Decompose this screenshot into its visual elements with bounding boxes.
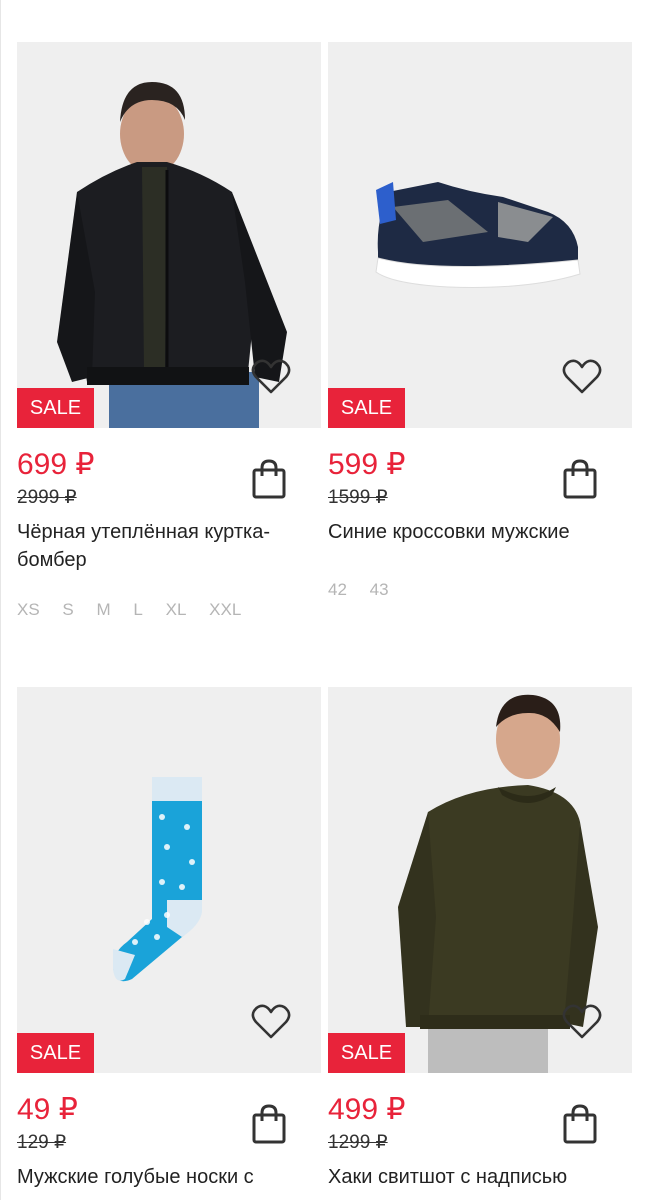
sale-badge: SALE bbox=[328, 388, 405, 428]
heart-icon[interactable] bbox=[251, 358, 291, 396]
product-image[interactable]: SALE bbox=[328, 687, 632, 1073]
size-option[interactable]: L bbox=[133, 600, 142, 619]
size-option[interactable]: 42 bbox=[328, 580, 347, 599]
product-title[interactable]: Мужские голубые носки с bbox=[17, 1163, 321, 1191]
current-price: 499 ₽ bbox=[328, 1093, 406, 1126]
current-price: 599 ₽ bbox=[328, 448, 406, 481]
price-row: 699 ₽ 2999 ₽ bbox=[17, 442, 321, 512]
product-image[interactable]: SALE bbox=[328, 42, 632, 428]
size-list: 42 43 bbox=[328, 580, 632, 600]
old-price: 1599 ₽ bbox=[328, 487, 388, 508]
size-option[interactable]: 43 bbox=[370, 580, 389, 599]
old-price: 2999 ₽ bbox=[17, 487, 77, 508]
product-title[interactable]: Хаки свитшот с надписью bbox=[328, 1163, 632, 1191]
product-card[interactable]: SALE 499 ₽ 1299 ₽ Хаки свитшот с надпись… bbox=[328, 687, 632, 1191]
size-option[interactable]: S bbox=[62, 600, 73, 619]
product-title[interactable]: Синие кроссовки мужские bbox=[328, 518, 632, 546]
size-option[interactable]: XS bbox=[17, 600, 40, 619]
price-row: 49 ₽ 129 ₽ bbox=[17, 1087, 321, 1157]
size-option[interactable]: XL bbox=[166, 600, 187, 619]
shopping-bag-icon[interactable] bbox=[562, 1103, 598, 1145]
product-card[interactable]: SALE 49 ₽ 129 ₽ Мужские голубые носки с bbox=[17, 687, 321, 1191]
size-option[interactable]: M bbox=[97, 600, 111, 619]
product-title[interactable]: Чёрная утеплённая куртка-бомбер bbox=[17, 518, 321, 574]
current-price: 699 ₽ bbox=[17, 448, 95, 481]
old-price: 1299 ₽ bbox=[328, 1132, 388, 1153]
price-row: 599 ₽ 1599 ₽ bbox=[328, 442, 632, 512]
heart-icon[interactable] bbox=[562, 358, 602, 396]
sale-badge: SALE bbox=[17, 388, 94, 428]
size-list: XS S M L XL XXL bbox=[17, 600, 321, 620]
sale-badge: SALE bbox=[17, 1033, 94, 1073]
heart-icon[interactable] bbox=[251, 1003, 291, 1041]
shopping-bag-icon[interactable] bbox=[251, 458, 287, 500]
heart-icon[interactable] bbox=[562, 1003, 602, 1041]
sale-badge: SALE bbox=[328, 1033, 405, 1073]
product-card[interactable]: SALE 699 ₽ 2999 ₽ Чёрная утеплённая курт… bbox=[17, 42, 321, 620]
size-option[interactable]: XXL bbox=[209, 600, 241, 619]
current-price: 49 ₽ bbox=[17, 1093, 78, 1126]
price-row: 499 ₽ 1299 ₽ bbox=[328, 1087, 632, 1157]
product-card[interactable]: SALE 599 ₽ 1599 ₽ Синие кроссовки мужски… bbox=[328, 42, 632, 600]
shopping-bag-icon[interactable] bbox=[251, 1103, 287, 1145]
shopping-bag-icon[interactable] bbox=[562, 458, 598, 500]
product-image[interactable]: SALE bbox=[17, 687, 321, 1073]
product-image[interactable]: SALE bbox=[17, 42, 321, 428]
old-price: 129 ₽ bbox=[17, 1132, 67, 1153]
